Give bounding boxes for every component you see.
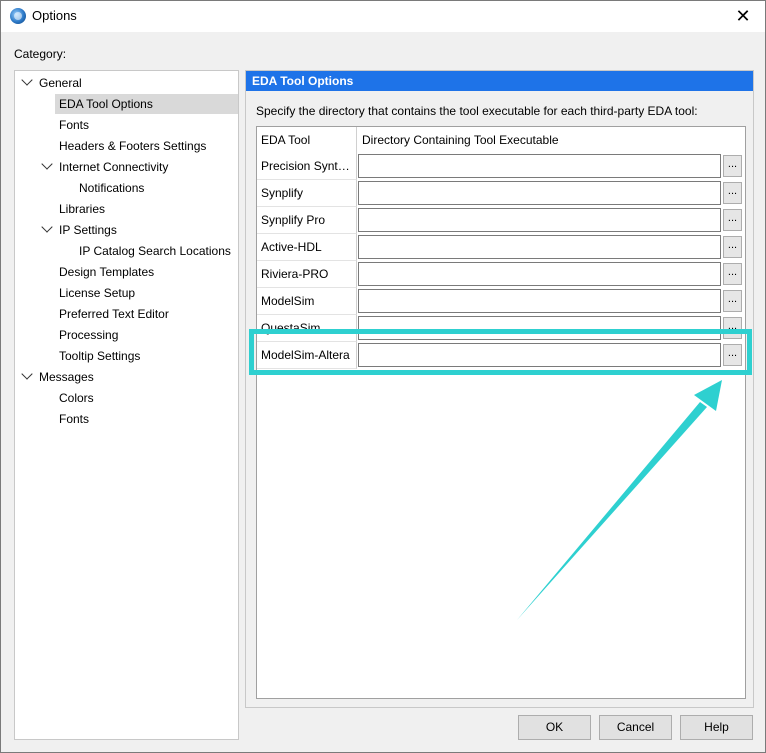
tree-item-license-setup[interactable]: License Setup	[55, 283, 139, 303]
directory-input-modelsim[interactable]	[358, 289, 721, 313]
browse-button[interactable]: ...	[723, 209, 742, 231]
tree-item-preferred-text-editor[interactable]: Preferred Text Editor	[55, 304, 173, 324]
table-row: Synplify Pro ...	[257, 207, 745, 234]
tree-item-general[interactable]: General	[35, 73, 86, 93]
expand-chevron-icon[interactable]	[21, 368, 33, 380]
annotation-highlight-box	[249, 329, 752, 375]
close-button[interactable]: ✕	[721, 1, 765, 32]
tool-name: Synplify	[257, 180, 357, 207]
table-row: ModelSim ...	[257, 288, 745, 315]
directory-input-synplify[interactable]	[358, 181, 721, 205]
tool-name: ModelSim	[257, 288, 357, 315]
panel-description: Specify the directory that contains the …	[256, 104, 698, 118]
tree-item-headers-footers[interactable]: Headers & Footers Settings	[55, 136, 210, 156]
tree-item-ip-settings[interactable]: IP Settings	[55, 220, 121, 240]
tool-name: Synplify Pro	[257, 207, 357, 234]
directory-input-active-hdl[interactable]	[358, 235, 721, 259]
table-row: Synplify ...	[257, 180, 745, 207]
expand-chevron-icon[interactable]	[41, 158, 53, 170]
category-label: Category:	[14, 47, 67, 61]
options-dialog: Options ✕ Category: General EDA Tool Opt…	[0, 0, 766, 753]
tree-item-eda-tool-options[interactable]: EDA Tool Options	[55, 94, 238, 114]
tool-name: Active-HDL	[257, 234, 357, 261]
browse-button[interactable]: ...	[723, 290, 742, 312]
eda-tool-options-panel: EDA Tool Options Specify the directory t…	[245, 70, 754, 708]
tree-item-fonts[interactable]: Fonts	[55, 115, 93, 135]
directory-input-precision-synthesis[interactable]	[358, 154, 721, 178]
help-button[interactable]: Help	[680, 715, 753, 740]
quartus-app-icon	[10, 8, 26, 24]
tree-item-tooltip-settings[interactable]: Tooltip Settings	[55, 346, 144, 366]
ok-button[interactable]: OK	[518, 715, 591, 740]
tree-item-internet-connectivity[interactable]: Internet Connectivity	[55, 157, 172, 177]
column-header-eda-tool: EDA Tool	[257, 127, 357, 153]
browse-button[interactable]: ...	[723, 263, 742, 285]
panel-header: EDA Tool Options	[246, 71, 753, 91]
tree-item-colors[interactable]: Colors	[55, 388, 98, 408]
browse-button[interactable]: ...	[723, 236, 742, 258]
expand-chevron-icon[interactable]	[21, 74, 33, 86]
expand-chevron-icon[interactable]	[41, 221, 53, 233]
table-row: Active-HDL ...	[257, 234, 745, 261]
tree-item-messages-fonts[interactable]: Fonts	[55, 409, 93, 429]
tree-item-messages[interactable]: Messages	[35, 367, 98, 387]
tool-name: Riviera-PRO	[257, 261, 357, 288]
eda-tool-table: EDA Tool Directory Containing Tool Execu…	[256, 126, 746, 699]
column-header-directory: Directory Containing Tool Executable	[362, 133, 559, 147]
tree-item-notifications[interactable]: Notifications	[75, 178, 148, 198]
tree-item-libraries[interactable]: Libraries	[55, 199, 109, 219]
directory-input-synplify-pro[interactable]	[358, 208, 721, 232]
browse-button[interactable]: ...	[723, 155, 742, 177]
title-bar: Options ✕	[1, 1, 765, 32]
cancel-button[interactable]: Cancel	[599, 715, 672, 740]
tree-item-processing[interactable]: Processing	[55, 325, 122, 345]
tree-item-design-templates[interactable]: Design Templates	[55, 262, 158, 282]
browse-button[interactable]: ...	[723, 182, 742, 204]
table-row: Riviera-PRO ...	[257, 261, 745, 288]
window-title: Options	[32, 8, 77, 23]
tool-name: Precision Synthesis	[257, 153, 357, 180]
category-tree: General EDA Tool Options Fonts Headers &…	[14, 70, 239, 740]
directory-input-riviera-pro[interactable]	[358, 262, 721, 286]
table-row: Precision Synthesis ...	[257, 153, 745, 180]
tree-item-ip-catalog-search[interactable]: IP Catalog Search Locations	[75, 241, 235, 261]
